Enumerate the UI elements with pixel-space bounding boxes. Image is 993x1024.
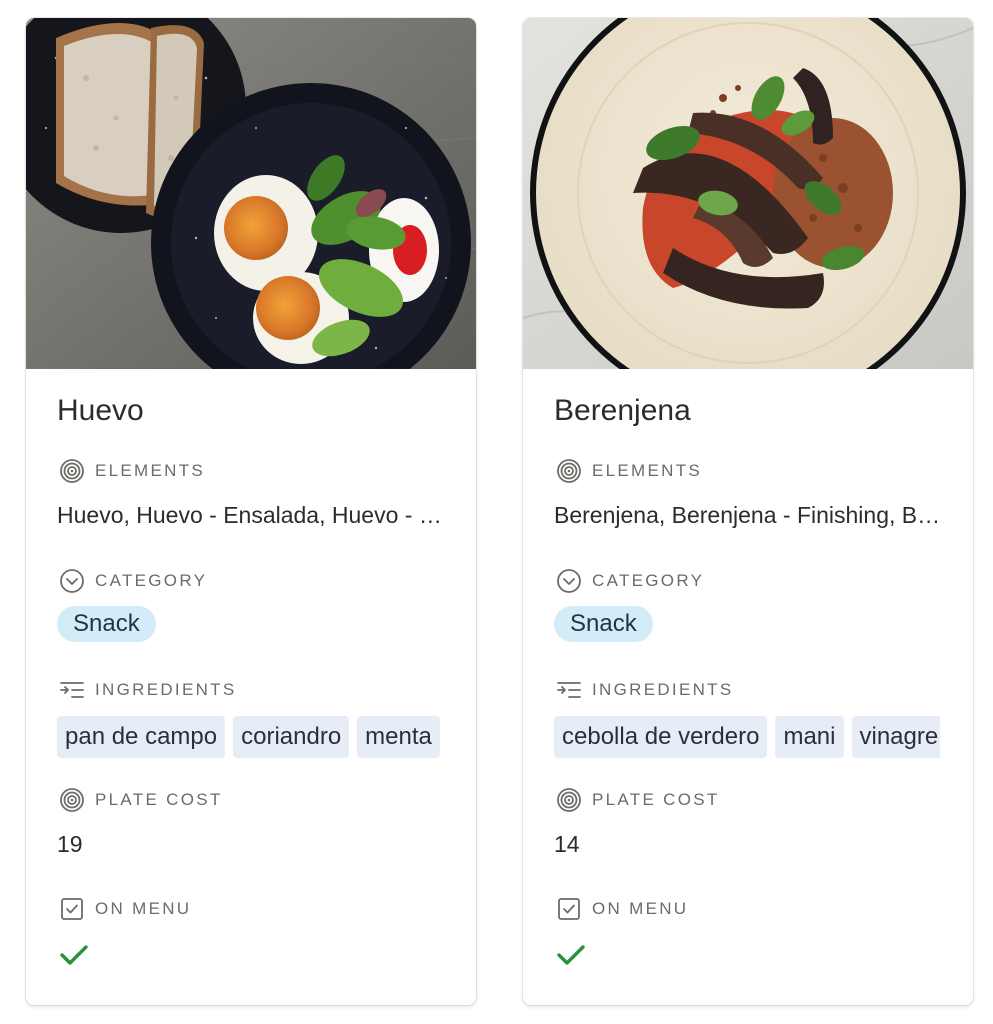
plate-cost-value[interactable]: 19 bbox=[57, 831, 447, 858]
spiral-formula-icon bbox=[60, 788, 84, 812]
category-pill[interactable]: Snack bbox=[57, 606, 156, 642]
plate-cost-property-label: PLATE COST bbox=[59, 787, 223, 813]
elements-value[interactable]: Berenjena, Berenjena - Finishing, Berenj… bbox=[554, 502, 944, 529]
ingredient-tag[interactable]: coriandro bbox=[233, 716, 350, 758]
gallery-card-berenjena[interactable]: Berenjena ELEMENTS Berenjena, Berenjena … bbox=[523, 18, 973, 1005]
multi-select-list-icon bbox=[60, 682, 84, 698]
on-menu-property-label: ON MENU bbox=[556, 896, 688, 922]
card-title[interactable]: Berenjena bbox=[554, 394, 691, 428]
card-title[interactable]: Huevo bbox=[57, 394, 144, 428]
multi-select-list-icon bbox=[557, 682, 581, 698]
ingredient-tag[interactable]: mani bbox=[775, 716, 844, 758]
elements-value[interactable]: Huevo, Huevo - Ensalada, Huevo - Finishi… bbox=[57, 502, 447, 529]
checkmark-icon[interactable] bbox=[59, 943, 89, 967]
category-label-text: CATEGORY bbox=[95, 571, 208, 590]
checkbox-icon bbox=[558, 898, 580, 920]
elements-property-label: ELEMENTS bbox=[59, 458, 205, 484]
ingredient-tag[interactable]: vinagre bbox=[851, 716, 940, 758]
spiral-relation-icon bbox=[557, 459, 581, 483]
elements-label-text: ELEMENTS bbox=[592, 461, 703, 480]
category-label-text: CATEGORY bbox=[592, 571, 705, 590]
elements-label-text: ELEMENTS bbox=[95, 461, 206, 480]
plate-cost-value[interactable]: 14 bbox=[554, 831, 944, 858]
plate-cost-label-text: PLATE COST bbox=[592, 790, 720, 809]
ingredient-tag[interactable]: pan de campo bbox=[57, 716, 226, 758]
chevron-circle-icon bbox=[557, 569, 581, 593]
ingredient-tag[interactable]: cebolla de verdero bbox=[554, 716, 768, 758]
checkbox-icon bbox=[61, 898, 83, 920]
cover-image bbox=[26, 18, 476, 369]
ingredients-tags: pan de campo coriandro menta bbox=[57, 716, 443, 758]
ingredients-property-label: INGREDIENTS bbox=[59, 677, 236, 703]
on-menu-label-text: ON MENU bbox=[95, 899, 192, 918]
category-pill[interactable]: Snack bbox=[554, 606, 653, 642]
plate-cost-label-text: PLATE COST bbox=[95, 790, 223, 809]
cover-image bbox=[523, 18, 973, 369]
gallery-card-huevo[interactable]: Huevo ELEMENTS Huevo, Huevo - Ensalada, … bbox=[26, 18, 476, 1005]
spiral-formula-icon bbox=[557, 788, 581, 812]
plate-cost-property-label: PLATE COST bbox=[556, 787, 720, 813]
ingredients-property-label: INGREDIENTS bbox=[556, 677, 733, 703]
checkmark-icon[interactable] bbox=[556, 943, 586, 967]
chevron-circle-icon bbox=[60, 569, 84, 593]
category-property-label: CATEGORY bbox=[59, 568, 207, 594]
ingredients-label-text: INGREDIENTS bbox=[592, 680, 734, 699]
ingredients-tags: cebolla de verdero mani vinagre bbox=[554, 716, 940, 758]
ingredients-label-text: INGREDIENTS bbox=[95, 680, 237, 699]
spiral-relation-icon bbox=[60, 459, 84, 483]
on-menu-property-label: ON MENU bbox=[59, 896, 191, 922]
category-property-label: CATEGORY bbox=[556, 568, 704, 594]
on-menu-label-text: ON MENU bbox=[592, 899, 689, 918]
ingredient-tag[interactable]: menta bbox=[357, 716, 440, 758]
elements-property-label: ELEMENTS bbox=[556, 458, 702, 484]
